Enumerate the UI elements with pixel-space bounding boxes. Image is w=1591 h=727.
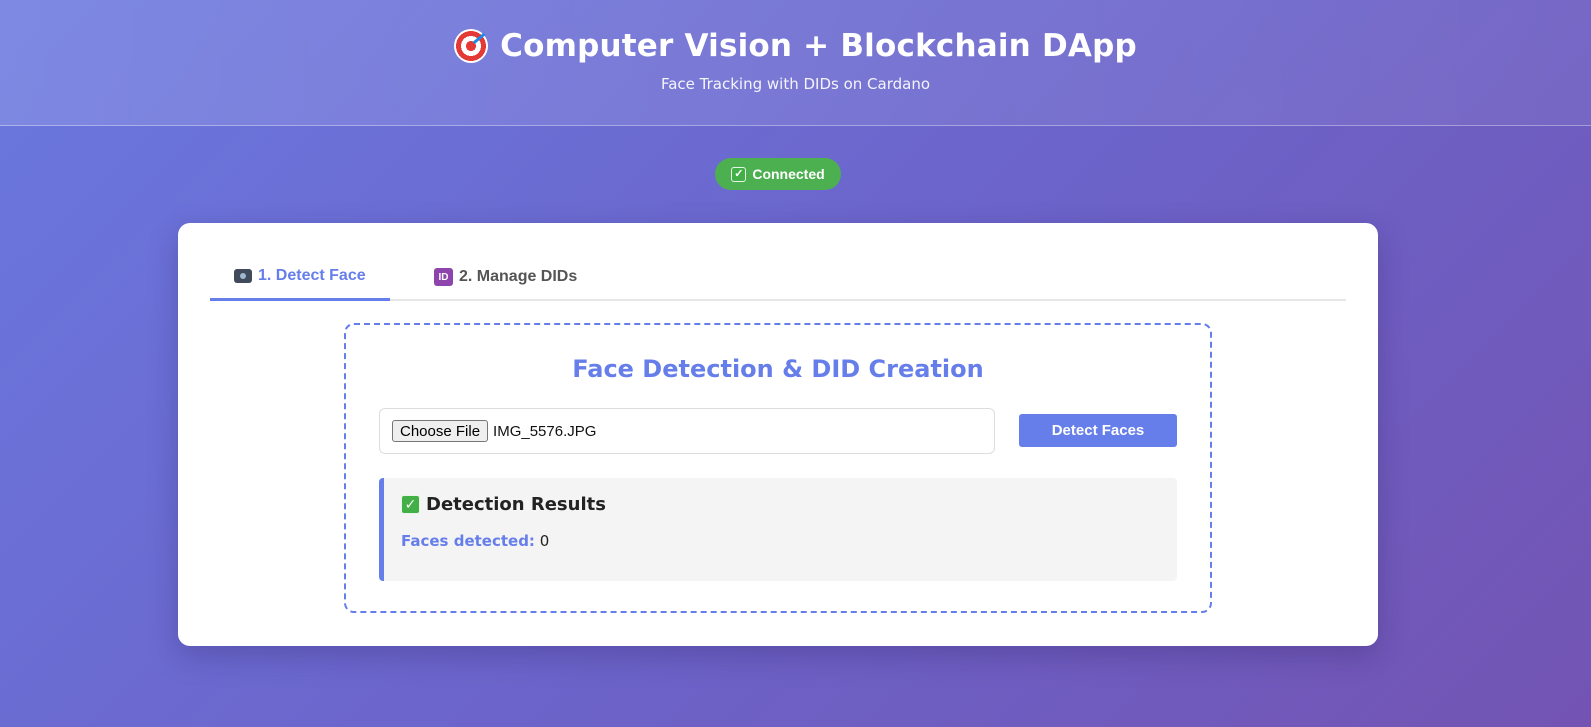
tab-detect-face-label: 1. Detect Face (258, 266, 366, 284)
app-title: Computer Vision + Blockchain DApp (500, 28, 1137, 64)
tab-manage-dids[interactable]: ID 2. Manage DIDs (422, 253, 592, 301)
image-file-input[interactable]: Choose File IMG_5576.JPG (379, 408, 995, 454)
app-header: Computer Vision + Blockchain DApp Face T… (0, 0, 1591, 126)
connection-status-badge: ✓ Connected (715, 158, 841, 190)
main-card: 1. Detect Face ID 2. Manage DIDs Face De… (178, 223, 1378, 646)
title-row: Computer Vision + Blockchain DApp (0, 28, 1591, 64)
tab-detect-face[interactable]: 1. Detect Face (210, 253, 390, 301)
id-icon: ID (434, 268, 453, 286)
detection-results: ✓ Detection Results Faces detected: 0 (379, 478, 1177, 581)
choose-file-button[interactable]: Choose File (392, 420, 489, 442)
detect-faces-button[interactable]: Detect Faces (1019, 414, 1177, 447)
tab-bar: 1. Detect Face ID 2. Manage DIDs (210, 253, 1346, 301)
results-title-text: Detection Results (426, 494, 606, 515)
status-label: Connected (752, 166, 825, 182)
faces-detected-label: Faces detected: (401, 532, 535, 550)
face-detection-panel: Face Detection & DID Creation Choose Fil… (344, 323, 1212, 613)
faces-detected-row: Faces detected: 0 (401, 532, 549, 550)
app-subtitle: Face Tracking with DIDs on Cardano (660, 75, 931, 93)
check-mark-icon: ✓ (401, 495, 420, 514)
check-mark-icon: ✓ (731, 166, 747, 182)
results-title: ✓ Detection Results (401, 494, 606, 515)
tab-manage-dids-label: 2. Manage DIDs (459, 268, 578, 285)
camera-icon (234, 268, 252, 283)
faces-detected-count: 0 (539, 532, 550, 550)
target-icon (454, 29, 489, 63)
selected-file-name: IMG_5576.JPG (493, 422, 597, 440)
panel-title: Face Detection & DID Creation (572, 355, 984, 383)
